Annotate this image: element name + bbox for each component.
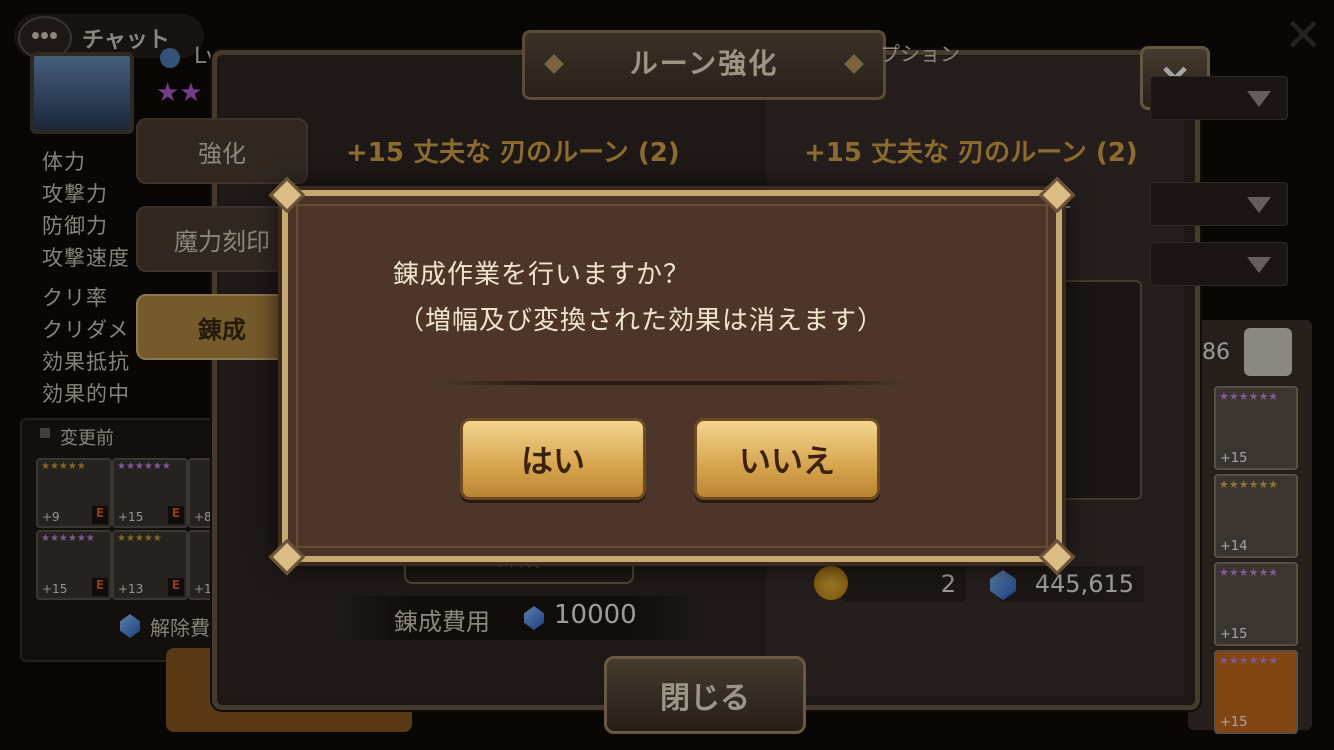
confirm-dialog: 錬成作業を行いますか？ （増幅及び変換された効果は消えます） はい いいえ — [268, 176, 1076, 576]
dialog-divider — [438, 381, 908, 385]
no-button[interactable]: いいえ — [694, 418, 880, 500]
dialog-question: 錬成作業を行いますか？ — [393, 260, 691, 290]
dialog-warning: （増幅及び変換された効果は消えます） — [398, 306, 885, 336]
yes-button[interactable]: はい — [460, 418, 646, 500]
